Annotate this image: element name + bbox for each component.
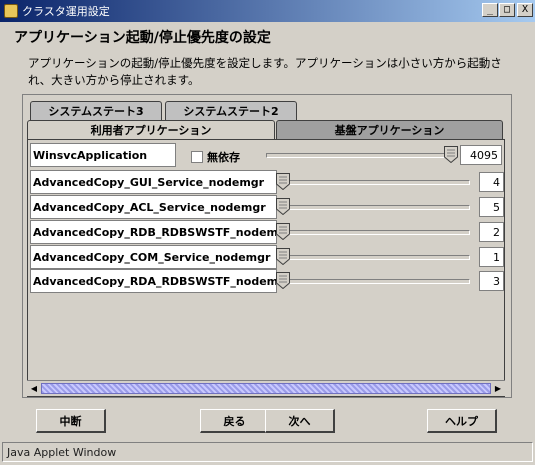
priority-slider[interactable] xyxy=(280,255,470,260)
tab-base-applications[interactable]: 基盤アプリケーション xyxy=(276,120,503,139)
scroll-left-icon[interactable]: ◀ xyxy=(27,381,41,396)
status-bar: Java Applet Window xyxy=(2,442,533,462)
table-row: AdvancedCopy_RDB_RDBSWSTF_nodemgr 2 xyxy=(30,220,504,244)
table-row: AdvancedCopy_COM_Service_nodemgr 1 xyxy=(30,245,504,269)
priority-value-field[interactable]: 4 xyxy=(479,172,504,192)
minimize-button[interactable]: _ xyxy=(482,3,498,17)
table-row: AdvancedCopy_GUI_Service_nodemgr 4 xyxy=(30,170,504,194)
page-title: アプリケーション起動/停止優先度の設定 xyxy=(14,30,271,46)
table-row: AdvancedCopy_ACL_Service_nodemgr 5 xyxy=(30,195,504,219)
table-row: WinsvcApplication 無依存 4095 xyxy=(30,143,504,167)
priority-slider[interactable] xyxy=(266,153,456,158)
table-row: AdvancedCopy_RDA_RDBSWSTF_nodemgr 3 xyxy=(30,269,504,293)
tab-user-applications[interactable]: 利用者アプリケーション xyxy=(27,120,275,139)
priority-slider[interactable] xyxy=(280,279,470,284)
checkbox-label: 無依存 xyxy=(207,151,240,164)
priority-slider[interactable] xyxy=(280,180,470,185)
priority-slider[interactable] xyxy=(280,230,470,235)
independent-checkbox[interactable]: 無依存 xyxy=(191,149,240,165)
tab-system-state-3[interactable]: システムステート3 xyxy=(30,101,162,120)
abort-button[interactable]: 中断 xyxy=(36,409,106,433)
slider-thumb-icon[interactable] xyxy=(276,248,290,265)
window-titlebar[interactable]: クラスタ運用設定 _ □ X xyxy=(0,0,535,22)
app-name-cell: AdvancedCopy_GUI_Service_nodemgr xyxy=(30,170,277,194)
app-name-cell: AdvancedCopy_COM_Service_nodemgr xyxy=(30,245,277,269)
slider-thumb-icon[interactable] xyxy=(444,146,458,163)
priority-value-field[interactable]: 4095 xyxy=(460,145,502,165)
app-name-cell: AdvancedCopy_RDB_RDBSWSTF_nodemgr xyxy=(30,220,277,244)
slider-thumb-icon[interactable] xyxy=(276,272,290,289)
priority-value-field[interactable]: 2 xyxy=(479,222,504,242)
maximize-button[interactable]: □ xyxy=(499,3,515,17)
back-button[interactable]: 戻る xyxy=(200,409,270,433)
scrollbar-thumb[interactable] xyxy=(41,383,491,394)
priority-slider[interactable] xyxy=(280,205,470,210)
scroll-right-icon[interactable]: ▶ xyxy=(491,381,505,396)
window-title: クラスタ運用設定 xyxy=(22,5,110,18)
checkbox-box[interactable] xyxy=(191,151,203,163)
help-button[interactable]: ヘルプ xyxy=(427,409,497,433)
app-icon xyxy=(4,4,18,18)
slider-thumb-icon[interactable] xyxy=(276,223,290,240)
slider-thumb-icon[interactable] xyxy=(276,173,290,190)
page-description: アプリケーションの起動/停止優先度を設定します。アプリケーションは小さい方から起… xyxy=(28,56,502,87)
priority-value-field[interactable]: 1 xyxy=(479,247,504,267)
priority-value-field[interactable]: 3 xyxy=(479,271,504,291)
app-name-cell: AdvancedCopy_RDA_RDBSWSTF_nodemgr xyxy=(30,269,277,293)
app-name-cell: WinsvcApplication xyxy=(30,143,176,167)
horizontal-scrollbar[interactable]: ◀ ▶ xyxy=(27,380,505,396)
priority-table: WinsvcApplication 無依存 4095 AdvancedCopy_GUI… xyxy=(27,139,505,397)
priority-value-field[interactable]: 5 xyxy=(479,197,504,217)
slider-thumb-icon[interactable] xyxy=(276,198,290,215)
tab-system-state-2[interactable]: システムステート2 xyxy=(165,101,297,120)
window-controls: _ □ X xyxy=(481,3,533,17)
close-button[interactable]: X xyxy=(517,3,533,17)
app-name-cell: AdvancedCopy_ACL_Service_nodemgr xyxy=(30,195,277,219)
next-button[interactable]: 次へ xyxy=(265,409,335,433)
